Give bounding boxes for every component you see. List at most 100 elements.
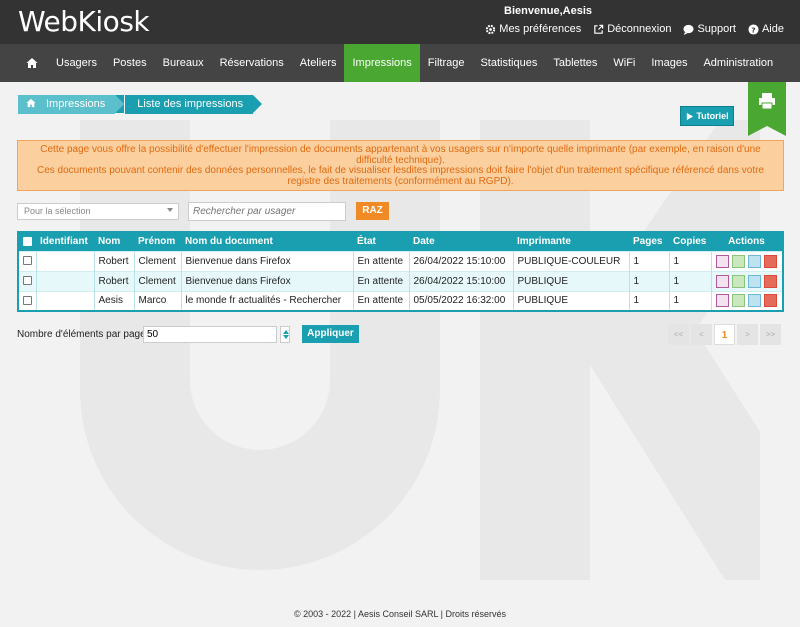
help-icon: ? [748,23,759,35]
delete-icon[interactable] [764,274,778,288]
cell-pages: 1 [628,250,669,271]
cell-actions [710,250,783,271]
col-date[interactable]: Date [409,232,513,251]
col-actions: Actions [711,232,783,251]
print-icon[interactable] [732,274,746,288]
nav-bureaux[interactable]: Bureaux [155,44,212,82]
support-link[interactable]: Support [683,23,736,35]
col-pages[interactable]: Pages [629,232,669,251]
nav-administration[interactable]: Administration [695,44,781,82]
breadcrumb: Impressions Liste des impressions [18,95,263,114]
gdpr-notice: Cette page vous offre la possibilité d'e… [17,140,784,191]
col-etat[interactable]: État [353,232,409,251]
col-copies[interactable]: Copies [669,232,711,251]
breadcrumb-impressions[interactable]: Impressions [18,95,125,114]
col-prenom[interactable]: Prénom [134,232,181,251]
per-page-input[interactable] [143,326,277,343]
cell-document: le monde fr actualités - Rechercher [180,290,353,311]
cell-prenom: Marco [133,290,181,311]
col-document[interactable]: Nom du document [181,232,353,251]
last-page-button[interactable]: >> [760,324,781,345]
reset-button[interactable]: RAZ [356,202,389,220]
cell-actions [710,290,783,311]
cell-date: 26/04/2022 15:10:00 [408,270,513,291]
col-imprimante[interactable]: Imprimante [513,232,629,251]
mail-icon[interactable] [748,274,762,288]
cell-identifiant [35,270,94,291]
cell-etat: En attente [352,290,409,311]
row-checkbox[interactable] [22,276,32,286]
view-icon[interactable] [716,254,730,268]
print-icon[interactable] [732,254,746,268]
row-checkbox[interactable] [22,256,32,266]
cell-document: Bienvenue dans Firefox [180,270,353,291]
view-icon[interactable] [716,294,730,308]
welcome-text: Bienvenue,Aesis [504,5,593,17]
cell-nom: Aesis [93,290,134,311]
preferences-link[interactable]: Mes préférences [485,23,581,35]
mail-icon[interactable] [748,254,762,268]
nav-home[interactable] [18,44,48,82]
nav-filtrage[interactable]: Filtrage [420,44,473,82]
first-page-button[interactable]: << [668,324,689,345]
cell-copies: 1 [668,290,711,311]
table-row: Robert Clement Bienvenue dans Firefox En… [17,250,783,271]
home-icon [26,98,36,108]
breadcrumb-impressions-label: Impressions [46,98,106,110]
top-bar: WebKiosk Bienvenue,Aesis Mes préférences… [0,0,800,44]
view-icon[interactable] [716,274,730,288]
cell-identifiant [35,250,94,271]
mail-icon[interactable] [748,294,762,308]
next-page-button[interactable]: > [737,324,758,345]
col-nom[interactable]: Nom [94,232,134,251]
row-select-cell [17,290,36,311]
delete-icon[interactable] [764,254,778,268]
selection-dropdown[interactable]: Pour la sélection [17,203,179,220]
table-row: Aesis Marco le monde fr actualités - Rec… [17,290,783,311]
notice-line-1: Cette page vous offre la possibilité d'e… [40,144,761,166]
nav-reservations[interactable]: Réservations [212,44,292,82]
delete-icon[interactable] [764,294,778,308]
apply-button[interactable]: Appliquer [302,325,359,343]
select-all-cell [18,232,36,251]
cell-pages: 1 [628,270,669,291]
tutorial-label: Tutoriel [696,111,729,121]
nav-tablettes[interactable]: Tablettes [545,44,605,82]
chat-icon [683,24,694,35]
nav-ateliers[interactable]: Ateliers [292,44,345,82]
notice-line-2: Ces documents pouvant contenir des donné… [36,165,764,187]
play-icon [687,112,694,120]
current-page-button[interactable]: 1 [714,324,735,345]
nav-statistiques[interactable]: Statistiques [472,44,545,82]
chevron-down-icon [167,208,173,212]
print-icon[interactable] [732,294,746,308]
row-select-cell [17,270,36,291]
user-search-input[interactable] [188,202,346,221]
cell-imprimante: PUBLIQUE [512,290,629,311]
col-identifiant[interactable]: Identifiant [36,232,94,251]
webkiosk-logo[interactable]: WebKiosk [18,5,150,38]
cell-nom: Robert [93,270,134,291]
home-icon [26,58,38,68]
prints-table: Identifiant Nom Prénom Nom du document É… [17,231,784,312]
tutorial-button[interactable]: Tutoriel [680,106,734,126]
printer-icon [759,93,775,110]
top-links: Mes préférences Déconnexion Support ? Ai… [485,23,784,35]
nav-usagers[interactable]: Usagers [48,44,105,82]
nav-impressions[interactable]: Impressions [344,44,420,82]
nav-images[interactable]: Images [643,44,695,82]
cell-imprimante: PUBLIQUE-COULEUR [512,250,629,271]
footer-copyright: © 2003 - 2022 | Aesis Conseil SARL | Dro… [293,609,507,619]
cell-etat: En attente [352,270,409,291]
selection-placeholder: Pour la sélection [24,206,91,216]
help-link[interactable]: ? Aide [748,23,784,35]
cell-date: 05/05/2022 16:32:00 [408,290,513,311]
row-checkbox[interactable] [22,296,32,306]
nav-wifi[interactable]: WiFi [605,44,643,82]
select-all-checkbox[interactable] [23,237,32,247]
help-label: Aide [761,23,784,35]
logout-link[interactable]: Déconnexion [593,23,671,35]
per-page-stepper[interactable] [280,326,290,343]
nav-postes[interactable]: Postes [105,44,155,82]
prev-page-button[interactable]: < [691,324,712,345]
